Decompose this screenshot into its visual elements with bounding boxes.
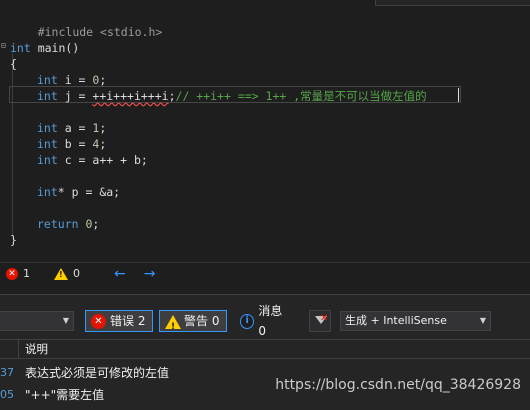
forward-arrow-icon[interactable]: → xyxy=(144,266,156,282)
error-code: 05 xyxy=(0,388,14,401)
include-directive: #include <stdio.h> xyxy=(37,25,163,39)
code-line-main: int main() xyxy=(10,40,79,56)
code-text: j = xyxy=(57,89,93,103)
info-icon: i xyxy=(240,313,255,329)
keyword: int xyxy=(10,41,31,55)
code-line-p: int* p = &a; xyxy=(10,184,120,200)
code-text: a = xyxy=(57,121,93,135)
chevron-down-icon: ▼ xyxy=(62,316,69,325)
code-line-include: #include <stdio.h> xyxy=(10,8,163,39)
error-description: "++"需要左值 xyxy=(25,388,105,402)
watermark: https://blog.csdn.net/qq_38426928 xyxy=(275,377,521,393)
warning-count-value: 0 xyxy=(73,267,80,280)
code-text: ; xyxy=(92,217,100,231)
error-icon: ✕ xyxy=(6,267,18,280)
code-text: } xyxy=(10,233,17,247)
code-line-i: int i = 0; xyxy=(10,72,106,88)
warning-count[interactable]: ! 0 xyxy=(54,267,80,280)
error-list-toolbar: ▼ ✕ 错误 2 ! 警告 0 i 消息 0 ✕ 生成 + IntelliSen… xyxy=(0,304,530,338)
error-code: 37 xyxy=(0,366,14,379)
errors-filter-button[interactable]: ✕ 错误 2 xyxy=(85,310,153,332)
keyword: int xyxy=(37,73,58,87)
source-dropdown-value: 生成 + IntelliSense xyxy=(345,314,447,327)
keyword: int xyxy=(37,89,58,103)
error-count[interactable]: ✕ 1 xyxy=(6,267,30,280)
error-squiggle-expression[interactable]: ++i+++i+++i xyxy=(92,89,168,103)
text-cursor xyxy=(458,88,459,102)
code-line-c: int c = a++ + b; xyxy=(10,152,148,168)
code-text: ; xyxy=(168,89,176,103)
code-line-a: int a = 1; xyxy=(10,120,106,136)
code-text: ; xyxy=(99,73,107,87)
description-column-header[interactable]: 说明 xyxy=(25,340,48,358)
keyword: int xyxy=(37,153,58,167)
code-text: main() xyxy=(30,41,80,55)
error-count-value: 1 xyxy=(23,267,30,280)
warning-icon: ! xyxy=(54,267,68,280)
keyword: int xyxy=(37,121,58,135)
messages-filter-label: 消息 0 xyxy=(258,304,283,338)
source-dropdown[interactable]: 生成 + IntelliSense ▼ xyxy=(340,311,491,331)
filter-clear-button[interactable]: ✕ xyxy=(309,310,331,332)
error-list-header: 说明 xyxy=(0,339,530,359)
code-text: i = xyxy=(57,73,93,87)
code-text: c = a++ + b; xyxy=(57,153,148,167)
error-icon: ✕ xyxy=(91,313,106,329)
code-editor[interactable]: ⊟ #include <stdio.h> int main() { int i … xyxy=(0,0,530,260)
keyword: int xyxy=(37,185,58,199)
keyword: return xyxy=(37,217,79,231)
editor-status-bar: ✕ 1 ! 0 ← → xyxy=(0,262,530,284)
back-arrow-icon[interactable]: ← xyxy=(114,266,126,282)
code-line-b: int b = 4; xyxy=(10,136,106,152)
warnings-filter-label: 警告 0 xyxy=(184,314,220,328)
errors-filter-label: 错误 2 xyxy=(110,314,146,328)
error-description: 表达式必须是可修改的左值 xyxy=(25,366,170,380)
code-line-j: int j = ++i+++i+++i;// ++i++ ==> 1++ ,常量… xyxy=(10,88,427,104)
warning-icon: ! xyxy=(165,314,181,332)
code-line-return: return 0; xyxy=(10,216,99,232)
scope-dropdown[interactable]: ▼ xyxy=(0,311,74,331)
code-line-brace-close: } xyxy=(10,232,17,248)
code-line-brace-open: { xyxy=(10,56,17,72)
keyword: int xyxy=(37,137,58,151)
chevron-down-icon: ▼ xyxy=(479,316,486,325)
code-comment: // ++i++ ==> 1++ ,常量是不可以当做左值的 xyxy=(175,89,427,103)
tab-strip xyxy=(375,0,530,6)
warnings-filter-button[interactable]: ! 警告 0 xyxy=(159,310,227,332)
filter-clear-icon: ✕ xyxy=(320,313,329,324)
messages-filter-button[interactable]: i 消息 0 xyxy=(234,304,298,338)
code-text: ; xyxy=(99,121,107,135)
code-text: b = xyxy=(57,137,93,151)
code-text: { xyxy=(10,57,17,71)
code-text: * p = &a; xyxy=(57,185,121,199)
column-separator[interactable] xyxy=(18,340,19,358)
code-text: ; xyxy=(99,137,107,151)
fold-collapse-icon[interactable]: ⊟ xyxy=(1,41,8,50)
